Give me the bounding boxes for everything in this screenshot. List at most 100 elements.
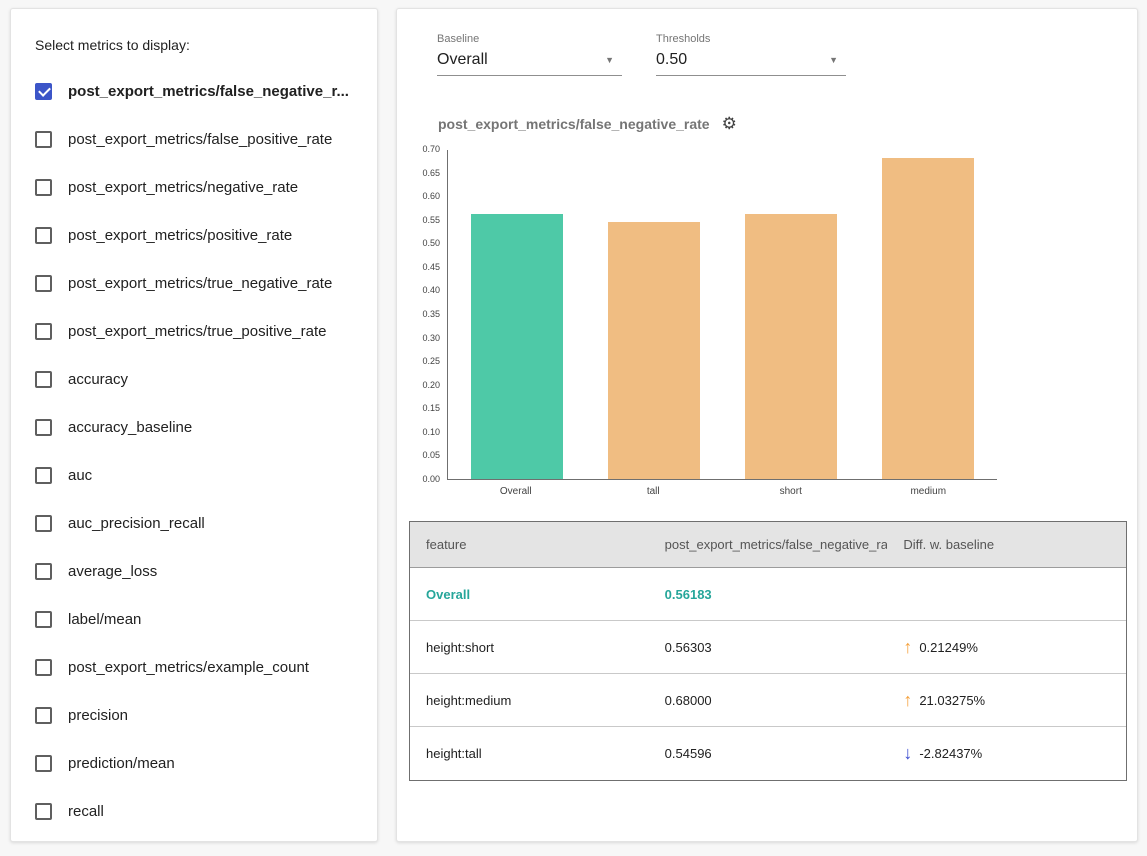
controls-row: Baseline Overall ▼ Thresholds 0.50 ▼ xyxy=(437,33,1137,76)
checkbox-icon[interactable] xyxy=(35,707,52,724)
checkbox-icon[interactable] xyxy=(35,419,52,436)
checkbox-icon[interactable] xyxy=(35,323,52,340)
plot-area xyxy=(447,150,997,480)
bar-slot xyxy=(448,150,585,479)
metric-label: post_export_metrics/true_negative_rate xyxy=(68,275,332,292)
metric-checkbox-item[interactable]: auc xyxy=(35,451,359,499)
checkbox-icon[interactable] xyxy=(35,131,52,148)
metric-checkbox-item[interactable]: post_export_metrics/true_negative_rate xyxy=(35,259,359,307)
metric-checkbox-item[interactable]: precision xyxy=(35,691,359,739)
baseline-label: Baseline xyxy=(437,33,622,45)
checkbox-icon[interactable] xyxy=(35,563,52,580)
diff-arrow-icon: ↓ xyxy=(903,743,912,764)
x-axis-labels: Overalltallshortmedium xyxy=(447,480,997,497)
checkbox-icon[interactable] xyxy=(35,467,52,484)
y-tick-label: 0.10 xyxy=(422,428,440,437)
bar-slot xyxy=(723,150,860,479)
x-tick-label: short xyxy=(722,486,860,497)
baseline-select-group: Baseline Overall ▼ xyxy=(437,33,622,76)
diff-value: 21.03275% xyxy=(919,693,985,708)
y-tick-label: 0.15 xyxy=(422,404,440,413)
table-cell-feature: Overall xyxy=(410,568,649,620)
checkbox-icon[interactable] xyxy=(35,803,52,820)
checkbox-icon[interactable] xyxy=(35,275,52,292)
chevron-down-icon: ▼ xyxy=(829,55,838,65)
chevron-down-icon: ▼ xyxy=(605,55,614,65)
baseline-value: Overall xyxy=(437,51,488,69)
metric-label: post_export_metrics/true_positive_rate xyxy=(68,323,326,340)
y-tick-label: 0.35 xyxy=(422,310,440,319)
checkbox-icon[interactable] xyxy=(35,83,52,100)
table-cell-diff xyxy=(887,568,1126,620)
metric-checkbox-item[interactable]: auc_precision_recall xyxy=(35,499,359,547)
table-cell-diff: ↑ 0.21249% xyxy=(887,621,1126,673)
y-tick-label: 0.20 xyxy=(422,381,440,390)
y-tick-label: 0.25 xyxy=(422,357,440,366)
bar-medium[interactable] xyxy=(882,158,974,479)
checkbox-icon[interactable] xyxy=(35,611,52,628)
table-row: height:medium 0.68000 ↑ 21.03275% xyxy=(410,674,1126,727)
checkbox-icon[interactable] xyxy=(35,179,52,196)
y-tick-label: 0.65 xyxy=(422,169,440,178)
metric-checkbox-item[interactable]: accuracy xyxy=(35,355,359,403)
metrics-list: post_export_metrics/false_negative_r... … xyxy=(35,67,359,835)
metric-label: accuracy xyxy=(68,371,128,388)
x-tick-label: Overall xyxy=(447,486,585,497)
bar-Overall[interactable] xyxy=(471,214,563,479)
checkbox-icon[interactable] xyxy=(35,227,52,244)
metric-checkbox-item[interactable]: accuracy_baseline xyxy=(35,403,359,451)
metric-checkbox-item[interactable]: post_export_metrics/false_negative_r... xyxy=(35,67,359,115)
metric-checkbox-item[interactable]: recall xyxy=(35,787,359,835)
bar-tall[interactable] xyxy=(608,222,700,479)
metric-checkbox-item[interactable]: post_export_metrics/example_count xyxy=(35,643,359,691)
table-header-diff: Diff. w. baseline xyxy=(887,522,1126,567)
metric-label: prediction/mean xyxy=(68,755,175,772)
thresholds-value: 0.50 xyxy=(656,51,687,69)
metric-checkbox-item[interactable]: prediction/mean xyxy=(35,739,359,787)
y-tick-label: 0.55 xyxy=(422,216,440,225)
metric-label: auc xyxy=(68,467,92,484)
metrics-table: feature post_export_metrics/false_negati… xyxy=(409,521,1127,781)
chart-title: post_export_metrics/false_negative_rate xyxy=(438,116,710,132)
metric-label: auc_precision_recall xyxy=(68,515,205,532)
table-cell-feature: height:medium xyxy=(410,674,649,726)
y-tick-label: 0.60 xyxy=(422,192,440,201)
diff-arrow-icon: ↑ xyxy=(903,690,912,711)
metric-label: post_export_metrics/positive_rate xyxy=(68,227,292,244)
bar-short[interactable] xyxy=(745,214,837,479)
metric-label: label/mean xyxy=(68,611,141,628)
table-header-feature: feature xyxy=(410,522,649,567)
table-row: Overall 0.56183 xyxy=(410,568,1126,621)
table-cell-feature: height:tall xyxy=(410,727,649,780)
table-body: Overall 0.56183 height:short 0.56303 ↑ 0… xyxy=(410,568,1126,780)
table-row: height:short 0.56303 ↑ 0.21249% xyxy=(410,621,1126,674)
metric-label: post_export_metrics/false_negative_r... xyxy=(68,83,349,100)
metric-label: accuracy_baseline xyxy=(68,419,192,436)
metric-label: post_export_metrics/example_count xyxy=(68,659,309,676)
metric-checkbox-item[interactable]: post_export_metrics/positive_rate xyxy=(35,211,359,259)
metric-checkbox-item[interactable]: post_export_metrics/false_positive_rate xyxy=(35,115,359,163)
metric-checkbox-item[interactable]: average_loss xyxy=(35,547,359,595)
y-tick-label: 0.70 xyxy=(422,145,440,154)
settings-gear-icon[interactable]: ⚙ xyxy=(722,114,737,134)
x-tick-label: medium xyxy=(860,486,998,497)
metric-checkbox-item[interactable]: post_export_metrics/negative_rate xyxy=(35,163,359,211)
table-cell-diff: ↓ -2.82437% xyxy=(887,727,1126,780)
checkbox-icon[interactable] xyxy=(35,371,52,388)
bar-chart: 0.000.050.100.150.200.250.300.350.400.45… xyxy=(397,150,1137,497)
metric-detail-panel: Baseline Overall ▼ Thresholds 0.50 ▼ pos… xyxy=(396,8,1138,842)
bar-slot xyxy=(860,150,997,479)
table-row: height:tall 0.54596 ↓ -2.82437% xyxy=(410,727,1126,780)
baseline-select[interactable]: Overall ▼ xyxy=(437,49,622,76)
thresholds-label: Thresholds xyxy=(656,33,846,45)
diff-value: -2.82437% xyxy=(919,746,982,761)
checkbox-icon[interactable] xyxy=(35,515,52,532)
y-tick-label: 0.00 xyxy=(422,475,440,484)
metric-checkbox-item[interactable]: post_export_metrics/true_positive_rate xyxy=(35,307,359,355)
thresholds-select-group: Thresholds 0.50 ▼ xyxy=(656,33,846,76)
checkbox-icon[interactable] xyxy=(35,755,52,772)
checkbox-icon[interactable] xyxy=(35,659,52,676)
metric-checkbox-item[interactable]: label/mean xyxy=(35,595,359,643)
thresholds-select[interactable]: 0.50 ▼ xyxy=(656,49,846,76)
metric-selector-panel: Select metrics to display: post_export_m… xyxy=(10,8,378,842)
